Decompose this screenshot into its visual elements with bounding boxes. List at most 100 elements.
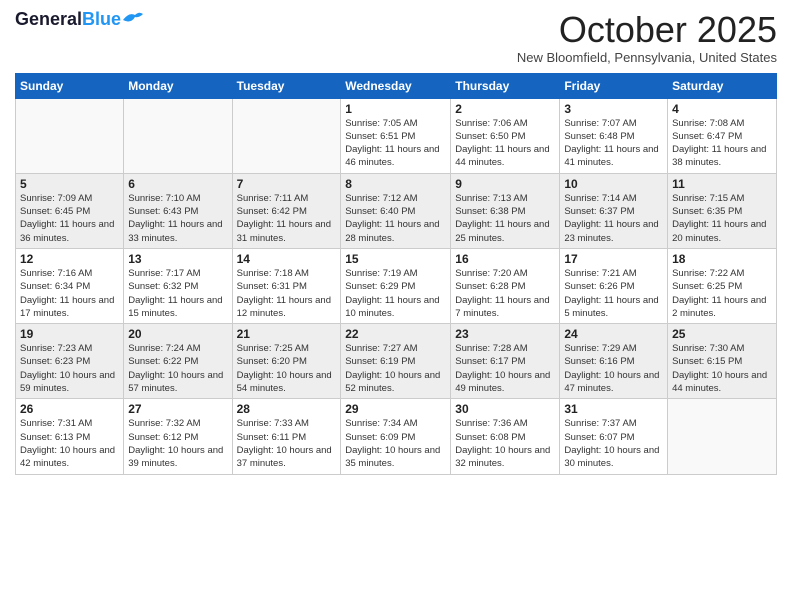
- day-info: Sunrise: 7:18 AM Sunset: 6:31 PM Dayligh…: [237, 267, 337, 320]
- page: GeneralBlue October 2025 New Bloomfield,…: [0, 0, 792, 612]
- day-info: Sunrise: 7:30 AM Sunset: 6:15 PM Dayligh…: [672, 342, 772, 395]
- table-cell: 1Sunrise: 7:05 AM Sunset: 6:51 PM Daylig…: [341, 98, 451, 173]
- day-info: Sunrise: 7:19 AM Sunset: 6:29 PM Dayligh…: [345, 267, 446, 320]
- header: GeneralBlue October 2025 New Bloomfield,…: [15, 10, 777, 65]
- day-number: 2: [455, 102, 555, 116]
- table-cell: 25Sunrise: 7:30 AM Sunset: 6:15 PM Dayli…: [668, 324, 777, 399]
- col-friday: Friday: [560, 73, 668, 98]
- day-info: Sunrise: 7:10 AM Sunset: 6:43 PM Dayligh…: [128, 192, 227, 245]
- day-info: Sunrise: 7:15 AM Sunset: 6:35 PM Dayligh…: [672, 192, 772, 245]
- table-cell: [668, 399, 777, 474]
- table-cell: 15Sunrise: 7:19 AM Sunset: 6:29 PM Dayli…: [341, 248, 451, 323]
- day-info: Sunrise: 7:21 AM Sunset: 6:26 PM Dayligh…: [564, 267, 663, 320]
- table-cell: 9Sunrise: 7:13 AM Sunset: 6:38 PM Daylig…: [451, 173, 560, 248]
- calendar-week-row: 26Sunrise: 7:31 AM Sunset: 6:13 PM Dayli…: [16, 399, 777, 474]
- day-info: Sunrise: 7:34 AM Sunset: 6:09 PM Dayligh…: [345, 417, 446, 470]
- table-cell: [16, 98, 124, 173]
- day-info: Sunrise: 7:08 AM Sunset: 6:47 PM Dayligh…: [672, 117, 772, 170]
- day-number: 31: [564, 402, 663, 416]
- day-number: 9: [455, 177, 555, 191]
- day-number: 8: [345, 177, 446, 191]
- table-cell: 6Sunrise: 7:10 AM Sunset: 6:43 PM Daylig…: [124, 173, 232, 248]
- table-cell: 27Sunrise: 7:32 AM Sunset: 6:12 PM Dayli…: [124, 399, 232, 474]
- day-number: 1: [345, 102, 446, 116]
- day-info: Sunrise: 7:16 AM Sunset: 6:34 PM Dayligh…: [20, 267, 119, 320]
- day-number: 19: [20, 327, 119, 341]
- table-cell: 29Sunrise: 7:34 AM Sunset: 6:09 PM Dayli…: [341, 399, 451, 474]
- col-sunday: Sunday: [16, 73, 124, 98]
- table-cell: 18Sunrise: 7:22 AM Sunset: 6:25 PM Dayli…: [668, 248, 777, 323]
- day-number: 26: [20, 402, 119, 416]
- day-info: Sunrise: 7:09 AM Sunset: 6:45 PM Dayligh…: [20, 192, 119, 245]
- table-cell: 31Sunrise: 7:37 AM Sunset: 6:07 PM Dayli…: [560, 399, 668, 474]
- table-cell: 24Sunrise: 7:29 AM Sunset: 6:16 PM Dayli…: [560, 324, 668, 399]
- day-info: Sunrise: 7:22 AM Sunset: 6:25 PM Dayligh…: [672, 267, 772, 320]
- day-number: 11: [672, 177, 772, 191]
- day-number: 13: [128, 252, 227, 266]
- day-info: Sunrise: 7:17 AM Sunset: 6:32 PM Dayligh…: [128, 267, 227, 320]
- table-cell: 23Sunrise: 7:28 AM Sunset: 6:17 PM Dayli…: [451, 324, 560, 399]
- title-block: October 2025 New Bloomfield, Pennsylvani…: [517, 10, 777, 65]
- col-wednesday: Wednesday: [341, 73, 451, 98]
- day-info: Sunrise: 7:13 AM Sunset: 6:38 PM Dayligh…: [455, 192, 555, 245]
- calendar-header-row: Sunday Monday Tuesday Wednesday Thursday…: [16, 73, 777, 98]
- day-number: 21: [237, 327, 337, 341]
- day-number: 25: [672, 327, 772, 341]
- day-info: Sunrise: 7:14 AM Sunset: 6:37 PM Dayligh…: [564, 192, 663, 245]
- table-cell: 4Sunrise: 7:08 AM Sunset: 6:47 PM Daylig…: [668, 98, 777, 173]
- col-saturday: Saturday: [668, 73, 777, 98]
- day-number: 14: [237, 252, 337, 266]
- table-cell: 12Sunrise: 7:16 AM Sunset: 6:34 PM Dayli…: [16, 248, 124, 323]
- day-info: Sunrise: 7:12 AM Sunset: 6:40 PM Dayligh…: [345, 192, 446, 245]
- col-tuesday: Tuesday: [232, 73, 341, 98]
- day-number: 18: [672, 252, 772, 266]
- day-number: 23: [455, 327, 555, 341]
- day-number: 30: [455, 402, 555, 416]
- day-number: 4: [672, 102, 772, 116]
- calendar-week-row: 12Sunrise: 7:16 AM Sunset: 6:34 PM Dayli…: [16, 248, 777, 323]
- day-info: Sunrise: 7:33 AM Sunset: 6:11 PM Dayligh…: [237, 417, 337, 470]
- table-cell: 10Sunrise: 7:14 AM Sunset: 6:37 PM Dayli…: [560, 173, 668, 248]
- table-cell: 26Sunrise: 7:31 AM Sunset: 6:13 PM Dayli…: [16, 399, 124, 474]
- table-cell: [232, 98, 341, 173]
- day-number: 10: [564, 177, 663, 191]
- table-cell: 2Sunrise: 7:06 AM Sunset: 6:50 PM Daylig…: [451, 98, 560, 173]
- table-cell: 22Sunrise: 7:27 AM Sunset: 6:19 PM Dayli…: [341, 324, 451, 399]
- day-number: 3: [564, 102, 663, 116]
- day-number: 29: [345, 402, 446, 416]
- logo-text: GeneralBlue: [15, 9, 121, 29]
- day-info: Sunrise: 7:36 AM Sunset: 6:08 PM Dayligh…: [455, 417, 555, 470]
- day-number: 6: [128, 177, 227, 191]
- day-info: Sunrise: 7:29 AM Sunset: 6:16 PM Dayligh…: [564, 342, 663, 395]
- table-cell: 5Sunrise: 7:09 AM Sunset: 6:45 PM Daylig…: [16, 173, 124, 248]
- calendar-week-row: 1Sunrise: 7:05 AM Sunset: 6:51 PM Daylig…: [16, 98, 777, 173]
- day-info: Sunrise: 7:27 AM Sunset: 6:19 PM Dayligh…: [345, 342, 446, 395]
- table-cell: 7Sunrise: 7:11 AM Sunset: 6:42 PM Daylig…: [232, 173, 341, 248]
- day-number: 5: [20, 177, 119, 191]
- table-cell: 17Sunrise: 7:21 AM Sunset: 6:26 PM Dayli…: [560, 248, 668, 323]
- table-cell: 21Sunrise: 7:25 AM Sunset: 6:20 PM Dayli…: [232, 324, 341, 399]
- day-number: 17: [564, 252, 663, 266]
- day-number: 12: [20, 252, 119, 266]
- col-monday: Monday: [124, 73, 232, 98]
- day-number: 20: [128, 327, 227, 341]
- day-info: Sunrise: 7:23 AM Sunset: 6:23 PM Dayligh…: [20, 342, 119, 395]
- calendar-table: Sunday Monday Tuesday Wednesday Thursday…: [15, 73, 777, 475]
- day-info: Sunrise: 7:28 AM Sunset: 6:17 PM Dayligh…: [455, 342, 555, 395]
- day-info: Sunrise: 7:06 AM Sunset: 6:50 PM Dayligh…: [455, 117, 555, 170]
- day-number: 22: [345, 327, 446, 341]
- table-cell: 20Sunrise: 7:24 AM Sunset: 6:22 PM Dayli…: [124, 324, 232, 399]
- day-info: Sunrise: 7:25 AM Sunset: 6:20 PM Dayligh…: [237, 342, 337, 395]
- day-info: Sunrise: 7:31 AM Sunset: 6:13 PM Dayligh…: [20, 417, 119, 470]
- table-cell: 30Sunrise: 7:36 AM Sunset: 6:08 PM Dayli…: [451, 399, 560, 474]
- table-cell: 16Sunrise: 7:20 AM Sunset: 6:28 PM Dayli…: [451, 248, 560, 323]
- table-cell: 8Sunrise: 7:12 AM Sunset: 6:40 PM Daylig…: [341, 173, 451, 248]
- day-number: 15: [345, 252, 446, 266]
- day-number: 24: [564, 327, 663, 341]
- day-info: Sunrise: 7:05 AM Sunset: 6:51 PM Dayligh…: [345, 117, 446, 170]
- table-cell: 19Sunrise: 7:23 AM Sunset: 6:23 PM Dayli…: [16, 324, 124, 399]
- table-cell: 13Sunrise: 7:17 AM Sunset: 6:32 PM Dayli…: [124, 248, 232, 323]
- day-info: Sunrise: 7:37 AM Sunset: 6:07 PM Dayligh…: [564, 417, 663, 470]
- table-cell: 11Sunrise: 7:15 AM Sunset: 6:35 PM Dayli…: [668, 173, 777, 248]
- location: New Bloomfield, Pennsylvania, United Sta…: [517, 50, 777, 65]
